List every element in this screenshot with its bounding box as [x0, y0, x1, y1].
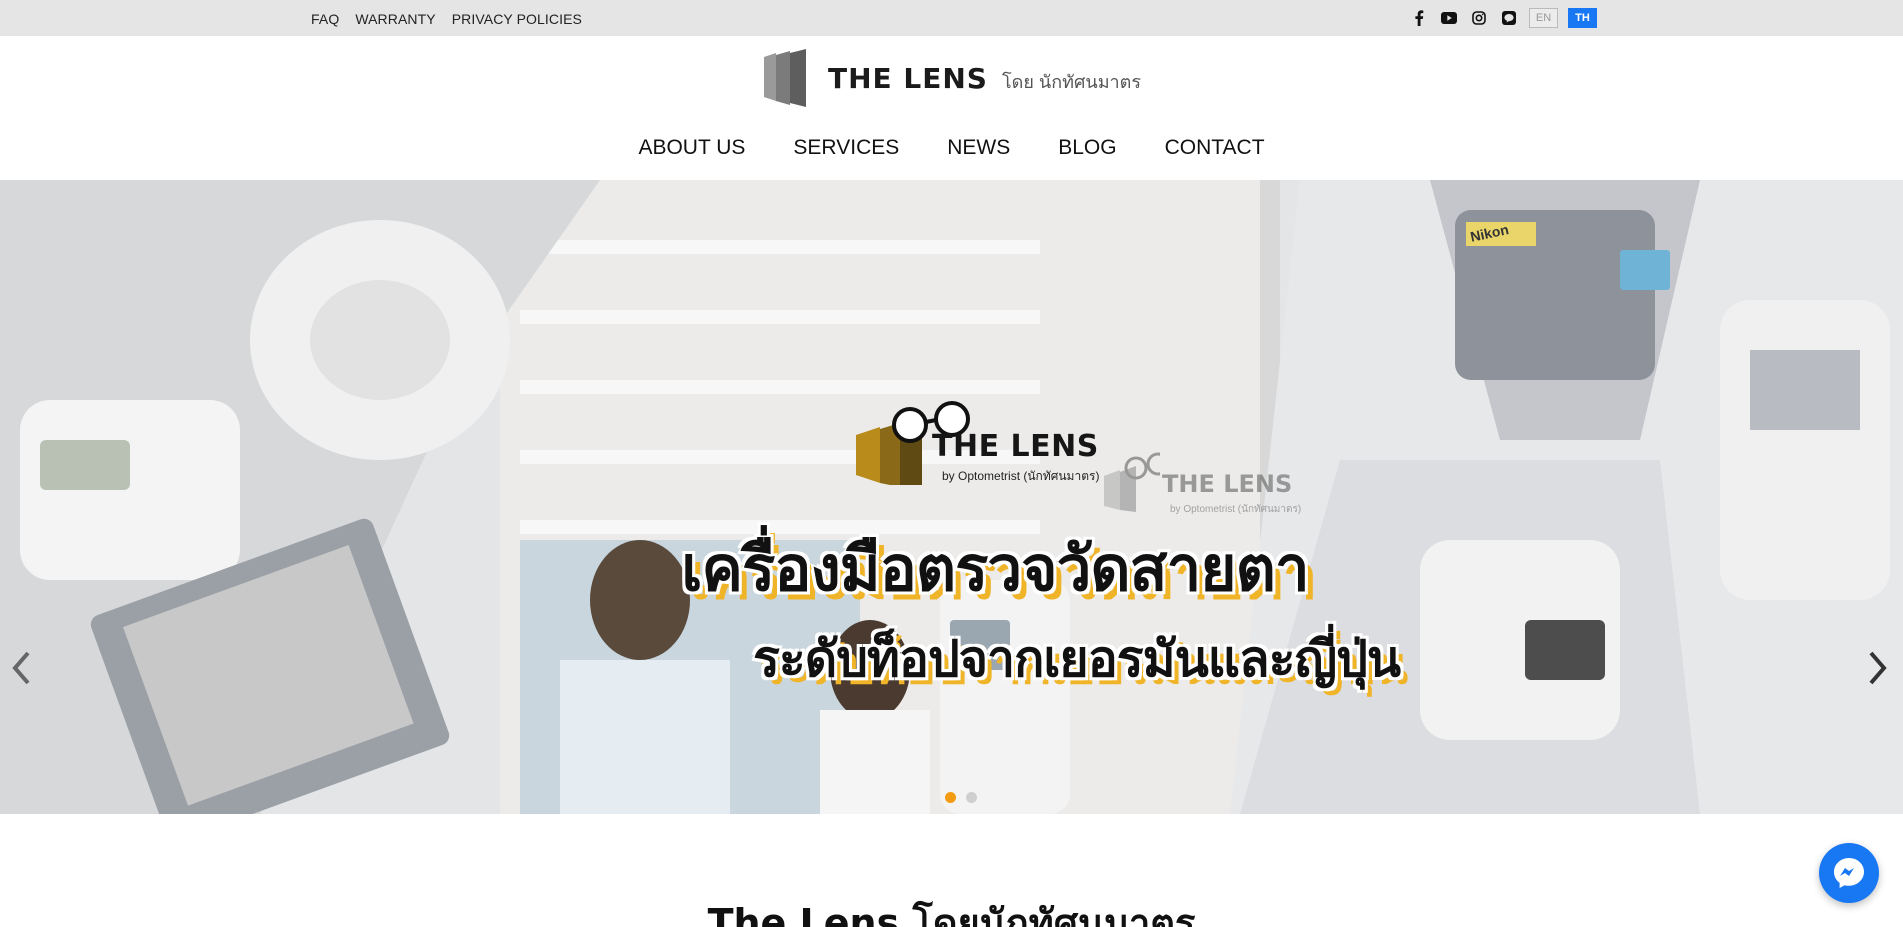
glasses-logo-icon: [1104, 452, 1160, 512]
nav-about-us[interactable]: ABOUT US: [638, 136, 745, 160]
slider-dot-2[interactable]: [966, 792, 977, 803]
hero-brand-title: THE LENS: [932, 429, 1099, 464]
hero-brand2-title: THE LENS: [1162, 470, 1293, 498]
slider-prev-button[interactable]: [6, 650, 36, 690]
lang-en-button[interactable]: EN: [1529, 8, 1558, 28]
hero-headline-line2: ระดับท็อปจากเยอรมันและญี่ปุ่น: [753, 630, 1401, 688]
top-bar: FAQ WARRANTY PRIVACY POLICIES EN TH: [0, 0, 1903, 36]
section-title: The Lens โดยนักทัศนมาตร: [707, 901, 1196, 927]
youtube-icon[interactable]: [1439, 8, 1459, 28]
hero-slider[interactable]: THE LENS by Optometrist (นักทัศนมาตร) TH…: [0, 180, 1903, 814]
logo-text: THE LENS: [828, 61, 988, 95]
hero-headline-line1: เครื่องมือตรวจวัดสายตา: [681, 532, 1309, 605]
hero-background-image: [0, 180, 1903, 814]
site-logo[interactable]: THE LENS โดย นักทัศนมาตร: [762, 47, 1142, 109]
main-nav: ABOUT US SERVICES NEWS BLOG CONTACT: [0, 136, 1903, 160]
nav-contact[interactable]: CONTACT: [1165, 136, 1265, 160]
logo-mark-icon: [762, 49, 814, 107]
hero-brand-logo: THE LENS by Optometrist (นักทัศนมาตร): [850, 395, 1140, 485]
faq-link[interactable]: FAQ: [311, 11, 339, 27]
hero-brand2-subtitle: by Optometrist (นักทัศนมาตร): [1170, 504, 1302, 515]
line-icon[interactable]: [1499, 8, 1519, 28]
nav-blog[interactable]: BLOG: [1058, 136, 1116, 160]
logo-subtitle: โดย นักทัศนมาตร: [1001, 71, 1142, 92]
instagram-icon[interactable]: [1469, 8, 1489, 28]
chevron-left-icon: [12, 651, 30, 685]
slider-next-button[interactable]: [1863, 650, 1893, 690]
privacy-policies-link[interactable]: PRIVACY POLICIES: [452, 11, 582, 27]
hero-brand-subtitle: by Optometrist (นักทัศนมาตร): [942, 469, 1100, 483]
social-links: EN TH: [1409, 8, 1597, 28]
slider-pagination: [945, 792, 977, 803]
messenger-chat-button[interactable]: [1819, 843, 1879, 903]
facebook-icon[interactable]: [1409, 8, 1429, 28]
nav-services[interactable]: SERVICES: [793, 136, 899, 160]
lang-th-button[interactable]: TH: [1568, 8, 1597, 28]
chevron-right-icon: [1869, 651, 1887, 685]
slider-dot-1[interactable]: [945, 792, 956, 803]
messenger-icon: [1834, 858, 1864, 888]
top-links: FAQ WARRANTY PRIVACY POLICIES: [311, 11, 582, 27]
nav-news[interactable]: NEWS: [947, 136, 1010, 160]
warranty-link[interactable]: WARRANTY: [355, 11, 435, 27]
hero-brand-logo-secondary: THE LENS by Optometrist (นักทัศนมาตร): [1100, 452, 1330, 515]
